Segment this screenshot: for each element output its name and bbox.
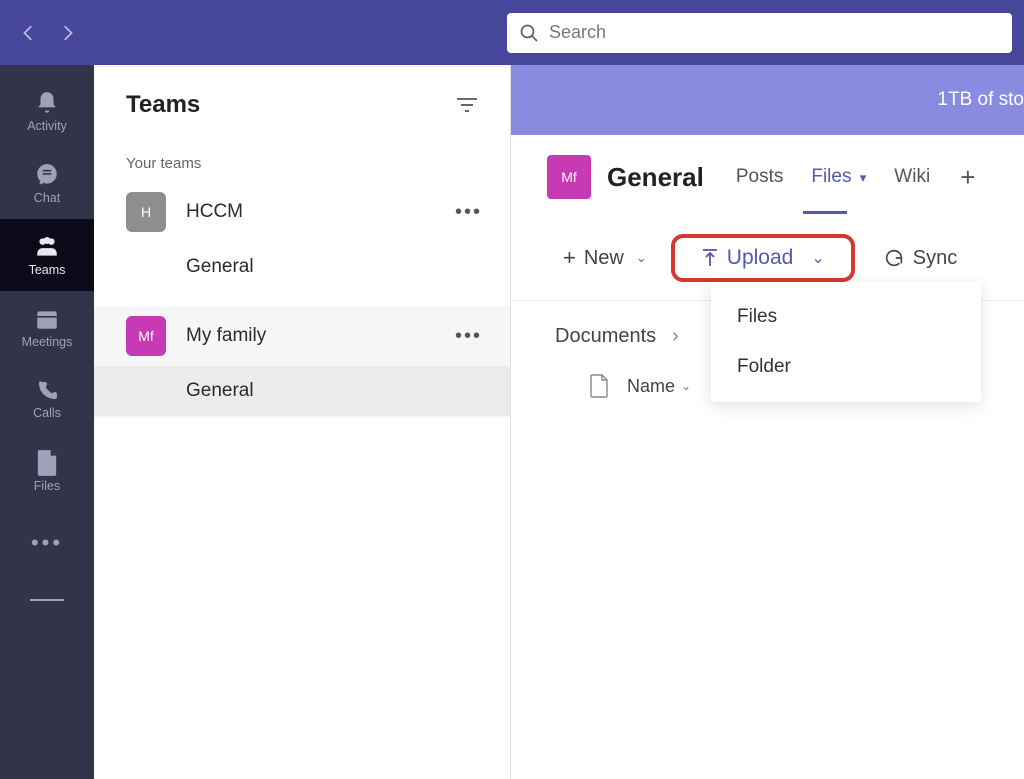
- rail-divider: [30, 599, 64, 601]
- chevron-down-icon: ▾: [860, 170, 867, 185]
- banner-text: 1TB of sto: [937, 89, 1024, 111]
- title-bar: [0, 0, 1024, 65]
- search-input[interactable]: [549, 22, 1000, 43]
- new-button-label: New: [584, 247, 624, 270]
- team-item-myfamily[interactable]: Mf My family •••: [94, 306, 510, 366]
- plus-icon: +: [563, 245, 576, 271]
- rail-item-files[interactable]: Files: [0, 435, 94, 507]
- channel-badge: Mf: [547, 155, 591, 199]
- file-icon: [36, 450, 58, 476]
- search-icon: [519, 23, 539, 43]
- add-tab-button[interactable]: +: [960, 162, 975, 193]
- rail-item-activity[interactable]: Activity: [0, 75, 94, 147]
- teams-icon: [33, 234, 61, 260]
- section-label: Your teams: [94, 139, 510, 182]
- channel-item-general[interactable]: General: [94, 242, 510, 292]
- app-rail: Activity Chat Teams Meetings Calls Files…: [0, 65, 94, 779]
- team-item-hccm[interactable]: H HCCM •••: [94, 182, 510, 242]
- team-name-label: HCCM: [186, 201, 435, 223]
- rail-item-calls[interactable]: Calls: [0, 363, 94, 435]
- upload-dropdown: Files Folder: [711, 282, 981, 402]
- breadcrumb-root[interactable]: Documents: [555, 325, 656, 348]
- column-name[interactable]: Name ⌄: [627, 376, 691, 397]
- upload-button[interactable]: Upload ⌄: [671, 234, 855, 282]
- team-more-button[interactable]: •••: [455, 201, 490, 224]
- tab-wiki[interactable]: Wiki: [888, 166, 936, 188]
- channel-item-general[interactable]: General: [94, 366, 510, 416]
- panel-title: Teams: [126, 91, 200, 119]
- team-group: Mf My family ••• General: [94, 306, 510, 418]
- chevron-right-icon: ›: [672, 325, 679, 348]
- chat-icon: [34, 162, 60, 188]
- column-name-label: Name: [627, 376, 675, 397]
- phone-icon: [35, 379, 59, 403]
- filter-icon[interactable]: [456, 96, 478, 114]
- back-button[interactable]: [20, 24, 38, 42]
- sync-button[interactable]: Sync: [875, 241, 965, 276]
- storage-banner: 1TB of sto: [511, 65, 1024, 135]
- bell-icon: [34, 90, 60, 116]
- rail-label: Chat: [34, 191, 60, 205]
- team-name-label: My family: [186, 325, 435, 347]
- rail-label: Files: [34, 479, 60, 493]
- sync-button-label: Sync: [913, 247, 957, 270]
- calendar-icon: [34, 306, 60, 332]
- main-content: 1TB of sto Mf General Posts Files ▾ Wiki…: [511, 65, 1024, 779]
- teams-panel: Teams Your teams H HCCM ••• General Mf M…: [94, 65, 511, 779]
- rail-label: Meetings: [22, 335, 73, 349]
- rail-item-teams[interactable]: Teams: [0, 219, 94, 291]
- chevron-down-icon: ⌄: [636, 250, 647, 266]
- forward-button[interactable]: [58, 24, 76, 42]
- tab-files[interactable]: Files ▾: [805, 166, 872, 188]
- team-group: H HCCM ••• General: [94, 182, 510, 292]
- upload-button-label: Upload: [727, 246, 794, 270]
- dropdown-item-files[interactable]: Files: [711, 292, 981, 342]
- rail-label: Calls: [33, 406, 61, 420]
- channel-header: Mf General Posts Files ▾ Wiki +: [511, 135, 1024, 211]
- team-more-button[interactable]: •••: [455, 325, 490, 348]
- upload-icon: [701, 248, 719, 268]
- file-type-icon: [589, 374, 609, 398]
- file-toolbar: + New ⌄ Upload ⌄ Sync Files Folder: [511, 214, 1024, 301]
- chevron-down-icon: ⌄: [811, 248, 824, 268]
- search-box[interactable]: [507, 13, 1012, 53]
- rail-item-more[interactable]: •••: [0, 507, 94, 579]
- channel-title: General: [607, 162, 704, 193]
- tab-posts[interactable]: Posts: [730, 166, 790, 188]
- rail-item-meetings[interactable]: Meetings: [0, 291, 94, 363]
- rail-label: Teams: [29, 263, 66, 277]
- dropdown-item-folder[interactable]: Folder: [711, 342, 981, 392]
- rail-item-chat[interactable]: Chat: [0, 147, 94, 219]
- chevron-down-icon: ⌄: [681, 379, 691, 393]
- new-button[interactable]: + New ⌄: [555, 239, 655, 277]
- sync-icon: [883, 247, 905, 269]
- rail-label: Activity: [27, 119, 67, 133]
- more-icon: •••: [31, 530, 63, 556]
- team-badge: H: [126, 192, 166, 232]
- team-badge: Mf: [126, 316, 166, 356]
- tab-files-label: Files: [811, 166, 851, 187]
